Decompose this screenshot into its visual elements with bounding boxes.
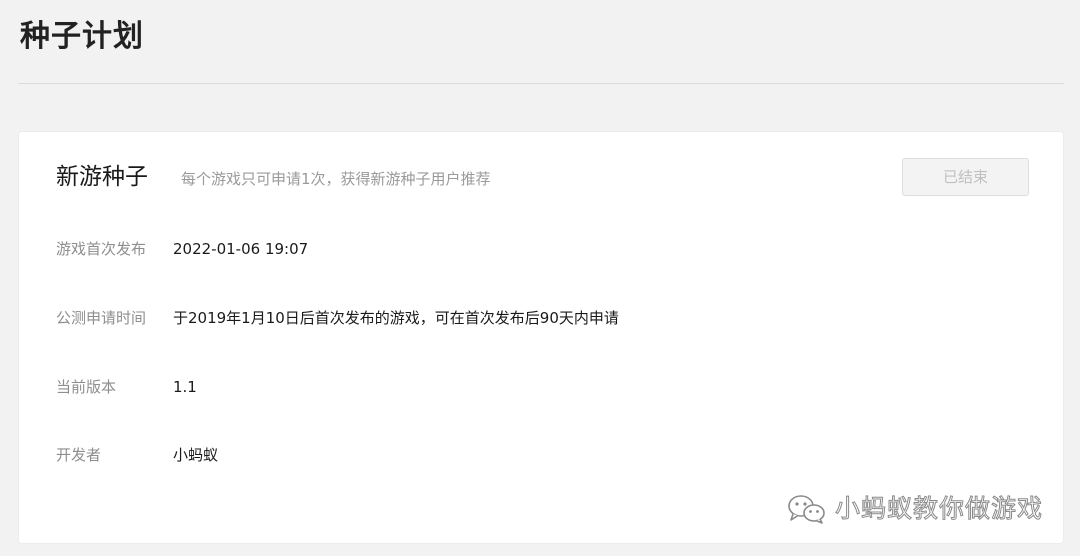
seed-plan-card: 新游种子 每个游戏只可申请1次，获得新游种子用户推荐 已结束 游戏首次发布 20… — [18, 131, 1064, 544]
info-label: 当前版本 — [56, 378, 117, 396]
watermark-text: 小蚂蚁教你做游戏 — [834, 494, 1044, 524]
info-value: 2022-01-06 19:07 — [173, 240, 309, 258]
info-label: 公测申请时间 — [56, 309, 147, 327]
page-header: 种子计划 — [18, 0, 1064, 84]
card-title: 新游种子 — [56, 164, 148, 190]
info-label: 开发者 — [56, 446, 102, 464]
info-value: 1.1 — [173, 378, 197, 396]
wechat-icon — [788, 495, 825, 524]
ended-status-button[interactable]: 已结束 — [902, 158, 1029, 196]
card-subtitle: 每个游戏只可申请1次，获得新游种子用户推荐 — [181, 170, 491, 188]
info-value: 于2019年1月10日后首次发布的游戏，可在首次发布后90天内申请 — [173, 309, 619, 327]
page: 种子计划 新游种子 每个游戏只可申请1次，获得新游种子用户推荐 已结束 游戏首次… — [0, 0, 1080, 556]
watermark: 小蚂蚁教你做游戏 — [787, 492, 1043, 526]
info-label: 游戏首次发布 — [56, 240, 147, 258]
info-value: 小蚂蚁 — [173, 446, 219, 464]
page-title: 种子计划 — [20, 19, 144, 54]
